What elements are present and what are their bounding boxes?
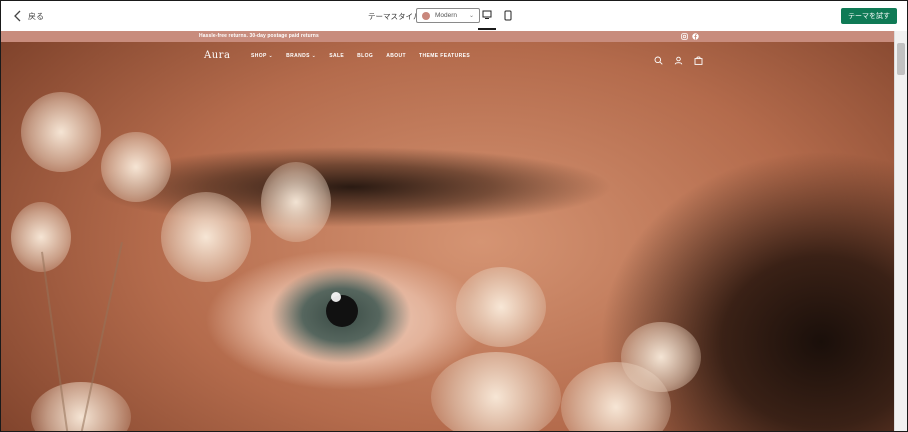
theme-style-select[interactable]: Modern ⌄ (416, 8, 480, 23)
theme-preview-window: 戻る テーマスタイル Modern ⌄ テーマを試す Hassle-free r… (0, 0, 908, 432)
desktop-icon (482, 10, 492, 19)
flower-blur (456, 267, 546, 347)
menu-item-theme-features[interactable]: THEME FEATURES (419, 53, 470, 59)
hero-image (1, 42, 894, 431)
mobile-preview-button[interactable] (501, 10, 515, 22)
menu-item-about[interactable]: ABOUT (386, 53, 406, 59)
store-header: Aura SHOP ⌄ BRANDS ⌄ SALE BLOG ABOUT THE… (1, 42, 894, 72)
editor-toolbar: 戻る テーマスタイル Modern ⌄ テーマを試す (1, 1, 907, 32)
theme-style-label: テーマスタイル (368, 12, 421, 21)
flower-blur (101, 132, 171, 202)
account-icon[interactable] (674, 52, 683, 65)
theme-style-value: Modern (435, 12, 458, 19)
menu-item-shop[interactable]: SHOP ⌄ (251, 53, 273, 59)
store-logo[interactable]: Aura (204, 50, 230, 61)
back-button[interactable]: 戻る (13, 8, 44, 24)
menu-item-blog[interactable]: BLOG (357, 53, 373, 59)
cart-icon[interactable] (694, 52, 703, 65)
flower-blur (431, 352, 561, 431)
eye-pupil-shape (326, 295, 358, 327)
style-swatch-icon (422, 11, 430, 20)
instagram-icon[interactable] (681, 32, 688, 40)
menu-item-sale[interactable]: SALE (329, 53, 344, 59)
store-preview: Hassle-free returns. 30-day postage paid… (1, 31, 894, 431)
flower-blur (31, 382, 131, 431)
flower-blur (261, 162, 331, 242)
chevron-left-icon (14, 10, 21, 22)
flower-blur (161, 192, 251, 282)
mobile-icon (504, 10, 512, 21)
header-icons (654, 52, 703, 65)
chevron-down-icon: ⌄ (468, 13, 474, 19)
facebook-icon[interactable] (692, 32, 699, 40)
back-label: 戻る (28, 11, 44, 21)
flower-blur (621, 322, 701, 392)
search-icon[interactable] (654, 52, 663, 65)
desktop-preview-button[interactable] (480, 10, 494, 22)
preview-scrollbar[interactable] (894, 31, 907, 431)
announcement-text: Hassle-free returns. 30-day postage paid… (199, 33, 319, 39)
announcement-bar: Hassle-free returns. 30-day postage paid… (1, 31, 894, 42)
store-menu: SHOP ⌄ BRANDS ⌄ SALE BLOG ABOUT THEME FE… (251, 53, 470, 59)
flower-blur (11, 202, 71, 272)
scrollbar-thumb[interactable] (897, 43, 905, 75)
eye-highlight-shape (331, 292, 341, 302)
menu-item-brands[interactable]: BRANDS ⌄ (286, 53, 316, 59)
flower-blur (21, 92, 101, 172)
social-links (681, 32, 699, 40)
active-device-indicator (478, 28, 496, 30)
try-theme-button[interactable]: テーマを試す (841, 8, 897, 24)
